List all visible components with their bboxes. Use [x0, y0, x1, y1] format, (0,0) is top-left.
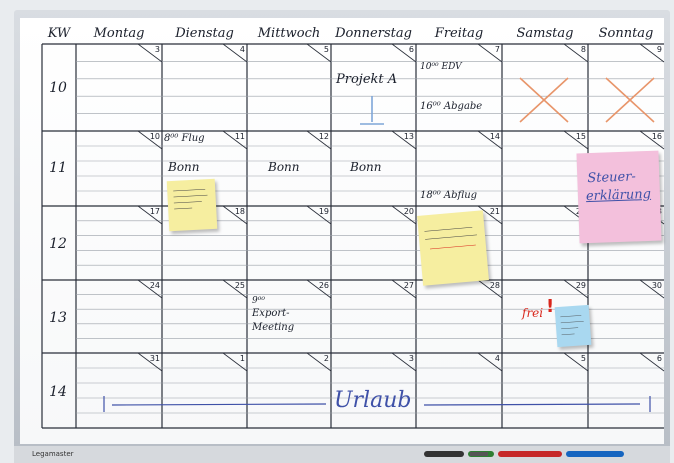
marker-black[interactable]: [424, 451, 464, 457]
marker-red[interactable]: [498, 451, 562, 457]
marker-blue[interactable]: [566, 451, 624, 457]
markers: [424, 451, 624, 457]
